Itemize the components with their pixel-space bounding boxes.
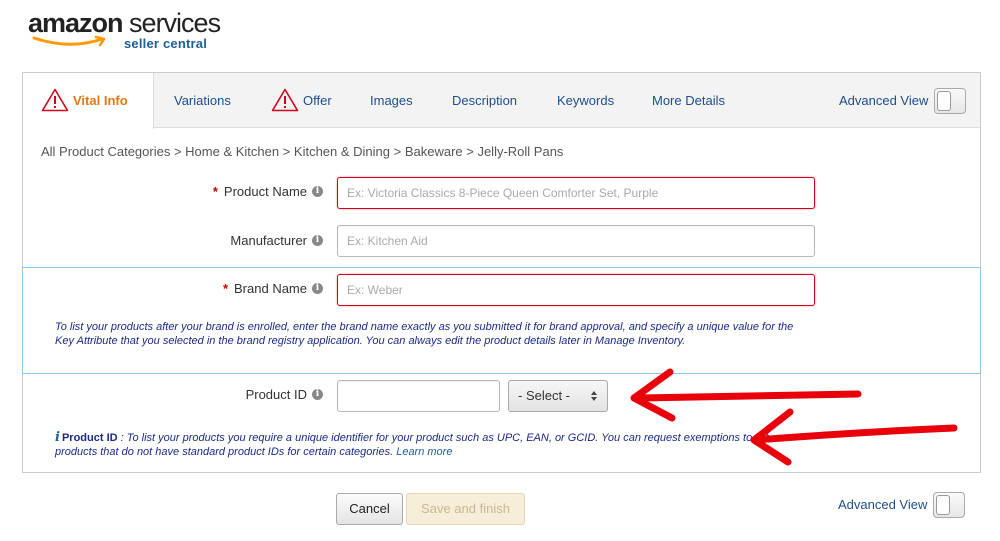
tab-label: Keywords [557,93,615,108]
tab-label: Images [370,93,413,108]
info-icon[interactable]: i [312,235,323,247]
required-asterisk: * [212,184,218,199]
logo-brand: amazon [28,8,124,38]
advanced-view-toggle[interactable] [934,88,966,114]
info-icon[interactable]: i [312,283,323,295]
category-breadcrumb[interactable]: All Product Categories > Home & Kitchen … [41,144,563,159]
cancel-button[interactable]: Cancel [336,493,403,525]
manufacturer-input[interactable] [337,225,815,257]
product-id-note-title: Product ID [61,432,118,444]
brand-registry-note: To list your products after your brand i… [55,321,794,347]
product-name-input[interactable] [337,177,815,209]
brand-name-input[interactable] [337,274,815,306]
manufacturer-label-text: Manufacturer [230,233,307,248]
tab-bar: Vital Info Variations Offer Images Descr… [23,73,980,129]
note-separator: : [117,432,127,444]
tab-offer[interactable]: Offer [271,73,332,128]
tab-more-details[interactable]: More Details [652,73,725,128]
required-asterisk: * [222,281,229,296]
logo-product: services [129,8,221,38]
warning-icon [41,88,69,111]
brand-name-label-text: Brand Name [234,281,307,296]
tab-label: Variations [174,93,231,108]
select-value: - Select - [518,388,571,403]
product-name-label: * Product Name i [213,184,323,199]
amazon-services-logo[interactable]: amazon services seller central [28,8,228,54]
product-name-label-text: Product Name [223,184,307,199]
tab-images[interactable]: Images [370,73,413,128]
product-id-type-select[interactable]: - Select - [508,380,608,412]
learn-more-link[interactable]: Learn more [396,446,452,458]
tab-label: Description [452,93,518,108]
select-arrows-icon [591,391,597,401]
tab-label: Vital Info [73,93,128,108]
add-product-panel: Vital Info Variations Offer Images Descr… [22,72,981,473]
toggle-knob [936,495,950,515]
tab-description[interactable]: Description [452,73,517,128]
brand-name-label: * Brand Name i [223,281,323,296]
info-icon[interactable]: i [312,186,323,198]
product-id-label-text: Product ID [245,387,307,402]
logo-wordmark: amazon services [28,8,221,38]
save-and-finish-button[interactable]: Save and finish [406,493,525,525]
tab-label: Offer [303,93,332,108]
tab-label: More Details [652,93,725,108]
warning-icon [271,88,299,111]
tab-variations[interactable]: Variations [174,73,231,128]
advanced-view-label-bottom: Advanced View [838,497,928,512]
product-id-input[interactable] [337,380,500,412]
advanced-view-toggle-bottom[interactable] [933,492,965,518]
product-id-label: Product ID i [246,387,323,402]
advanced-view-label: Advanced View [839,93,929,108]
tab-keywords[interactable]: Keywords [557,73,614,128]
product-id-note: i Product ID : To list your products you … [55,431,775,459]
amazon-smile-icon [32,35,106,47]
tab-vital-info[interactable]: Vital Info [23,73,154,129]
toggle-knob [937,91,951,111]
logo-subtitle: seller central [124,36,208,51]
info-icon[interactable]: i [312,389,323,401]
info-icon: i [55,430,60,445]
manufacturer-label: Manufacturer i [230,233,323,248]
